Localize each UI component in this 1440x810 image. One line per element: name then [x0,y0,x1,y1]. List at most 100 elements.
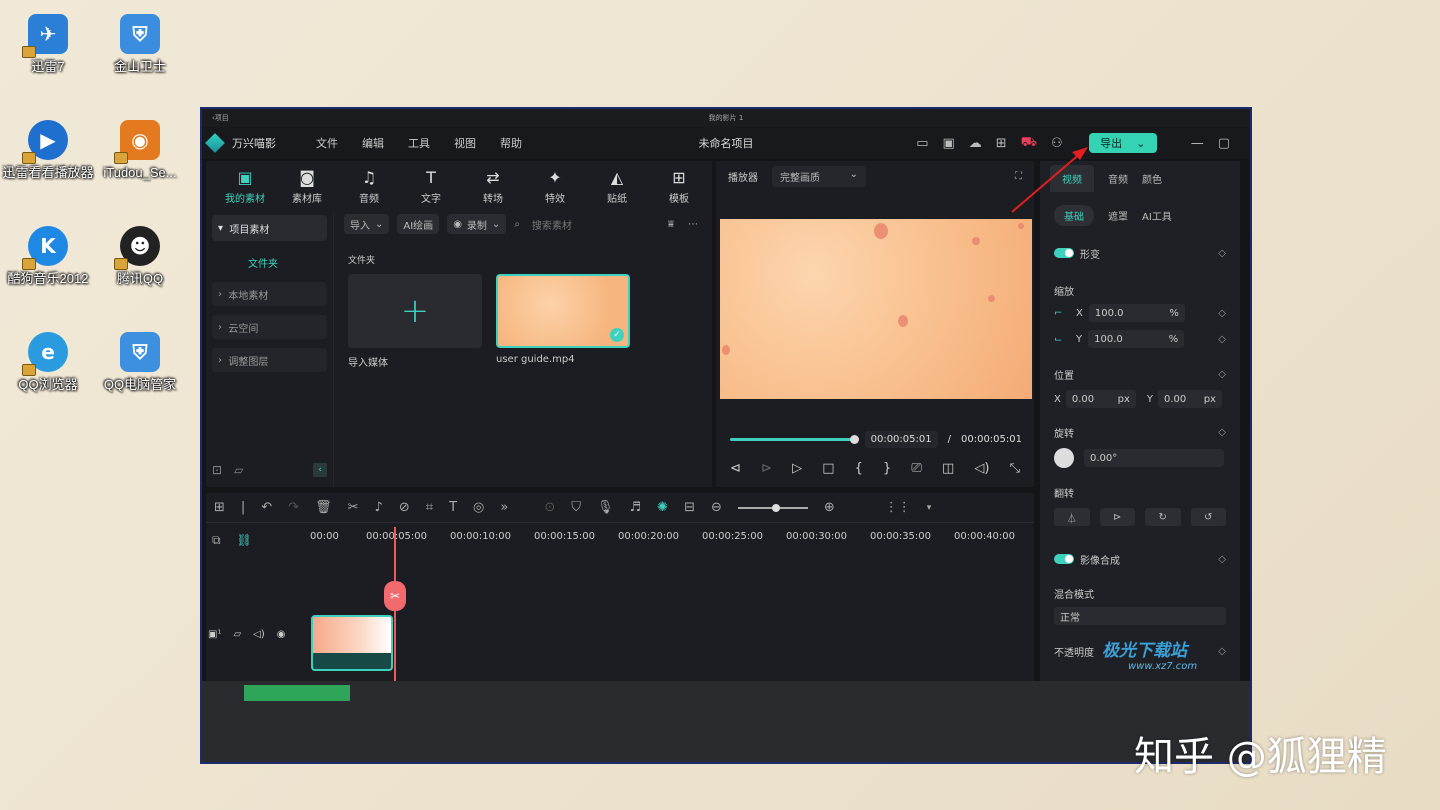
chevron-down-icon[interactable]: ▾ [927,503,932,513]
apps-icon[interactable]: ⊞ [996,136,1007,151]
tab-effects[interactable]: ✦ 特效 [524,168,586,205]
subtab-basic[interactable]: 基础 [1054,205,1094,226]
tab-video[interactable]: 视频 [1050,164,1094,192]
nav-local-media[interactable]: › 本地素材 [212,282,327,306]
keyframe-icon[interactable]: ◇ [1218,646,1226,657]
menu-tools[interactable]: 工具 [408,135,430,151]
track-folder-icon[interactable]: ▱ [233,629,241,640]
zoom-out-icon[interactable]: ⊖ [711,500,722,515]
display-icon[interactable]: ⎚ [911,461,921,476]
subtab-ai-tools[interactable]: AI工具 [1142,208,1172,223]
play-icon[interactable]: ▷ [792,461,802,476]
tab-sticker[interactable]: ◭ 贴纸 [586,168,648,205]
mic-icon[interactable]: 🎙 [597,500,614,515]
keyframe-icon[interactable]: ◇ [1218,427,1226,438]
zoom-slider[interactable] [737,503,808,512]
desktop-icon-jinshan[interactable]: ⛨ 金山卫士 [92,14,188,75]
playhead-scissors-icon[interactable]: ✂ [384,581,406,611]
lock-link-icon[interactable]: ⌙ [1054,334,1070,345]
position-y-field[interactable]: 0.00 px [1157,390,1222,408]
blend-mode-select[interactable]: 正常 [1054,607,1226,625]
keyframe-icon[interactable]: ◇ [1218,554,1226,565]
track-eye-icon[interactable]: ◉ [277,629,286,640]
text-tool-icon[interactable]: T [449,500,457,515]
snap-icon[interactable]: ⊟ [684,500,695,515]
desktop-icon-kugou[interactable]: K 酷狗音乐2012 [0,226,96,287]
progress-slider[interactable] [730,435,859,444]
scale-x-field[interactable]: 100.0% [1088,304,1185,322]
save-icon[interactable]: ▣ [942,136,954,151]
search-input[interactable]: 搜索素材 [532,217,572,232]
quality-select[interactable]: 完整画质 ⌄ [772,165,866,187]
menu-help[interactable]: 帮助 [500,135,522,151]
composite-toggle[interactable] [1054,554,1074,564]
flip-vertical-icon[interactable]: ⊳ [1099,508,1135,526]
maximize-icon[interactable]: ▢ [1218,136,1230,151]
more-tools-icon[interactable]: » [500,500,508,515]
next-frame-icon[interactable]: ⊳ [761,461,772,476]
tab-color[interactable]: 颜色 [1142,171,1162,186]
fullscreen-icon[interactable]: ⤡ [1010,461,1020,476]
import-media-tile[interactable]: + 导入媒体 [348,274,482,369]
marker-icon[interactable]: ⛉ [571,500,581,515]
tab-library[interactable]: ◙ 素材库 [276,168,338,205]
export-button[interactable]: 导出 ⌄ [1088,133,1157,153]
audio-clip[interactable] [244,685,350,701]
desktop-icon-itudou[interactable]: ◉ iTudou_Se... [92,120,188,181]
audio-edit-icon[interactable]: ♪ [375,500,383,515]
ai-icon[interactable]: ✺ [657,500,668,515]
desktop-icon-qq[interactable]: ☻ 腾讯QQ [92,226,188,287]
tab-text[interactable]: T 文字 [400,168,462,205]
cart-icon[interactable]: ⛟ [1021,135,1037,152]
redo-icon[interactable]: ↷ [288,500,299,515]
track-video-icon[interactable]: ▣¹ [208,629,221,640]
rotate-field[interactable]: 0.00° [1084,449,1224,467]
split-icon[interactable]: ✂ [348,500,359,515]
camera-icon[interactable]: ◫ [942,461,954,476]
render-icon[interactable]: ⊙ [544,500,555,515]
tag-icon[interactable]: ⊘ [399,500,410,515]
copy-track-icon[interactable]: ⧉ [212,533,221,548]
tab-audio-props[interactable]: 音频 [1108,171,1128,186]
music-track-icon[interactable]: ♬ [630,500,642,515]
desktop-icon-xunlei[interactable]: ✈ 迅雷7 [0,14,96,75]
tab-transition[interactable]: ⇄ 转场 [462,168,524,205]
desktop-icon-qq-browser[interactable]: e QQ浏览器 [0,332,96,393]
more-icon[interactable]: ⋯ [688,219,698,230]
nav-adjustment-layer[interactable]: › 调整图层 [212,348,327,372]
layout-icon[interactable]: ▭ [916,136,928,151]
undo-icon[interactable]: ↶ [261,500,272,515]
rotate-left-icon[interactable]: ↺ [1190,508,1226,526]
snapshot-icon[interactable]: ⛶ [1015,171,1022,182]
layout-grid-icon[interactable]: ⊞ [214,500,225,515]
progress-knob[interactable] [849,435,859,444]
folder-icon[interactable]: ▱ [234,463,243,477]
stop-icon[interactable]: □ [822,461,834,476]
link-icon[interactable]: ⛓ [237,533,252,548]
video-tile[interactable]: ✓ user guide.mp4 [496,274,630,369]
transform-toggle[interactable] [1054,248,1074,258]
desktop-icon-xunlei-player[interactable]: ▶ 迅雷看看播放器 [0,120,96,181]
position-x-field[interactable]: 0.00 px [1065,390,1136,408]
collapse-icon[interactable]: ‹ [313,463,327,477]
record-button[interactable]: ◉ 录制 ⌄ [447,214,507,234]
zoom-in-icon[interactable]: ⊕ [824,500,835,515]
keyframe-icon[interactable]: ◇ [1218,334,1226,345]
keyframe-icon[interactable]: ◇ [1218,369,1226,380]
menu-file[interactable]: 文件 [316,135,338,151]
tab-audio[interactable]: ♫ 音频 [338,168,400,205]
rotate-dial-icon[interactable] [1054,448,1074,468]
mark-in-icon[interactable]: { [855,461,863,476]
filter-icon[interactable]: ⩸ [668,219,674,230]
mark-out-icon[interactable]: } [883,461,891,476]
crop-icon[interactable]: ⌗ [426,500,433,515]
tab-template[interactable]: ⊞ 模板 [648,168,710,205]
menu-edit[interactable]: 编辑 [362,135,384,151]
minimize-icon[interactable]: — [1191,136,1204,151]
subtab-mask[interactable]: 遮罩 [1108,208,1128,223]
prev-frame-icon[interactable]: ⊲ [730,461,741,476]
cloud-icon[interactable]: ☁ [969,136,982,151]
keyframe-icon[interactable]: ◇ [1218,248,1226,259]
new-folder-icon[interactable]: ⊡ [212,463,222,477]
volume-icon[interactable]: ◁) [974,461,989,476]
